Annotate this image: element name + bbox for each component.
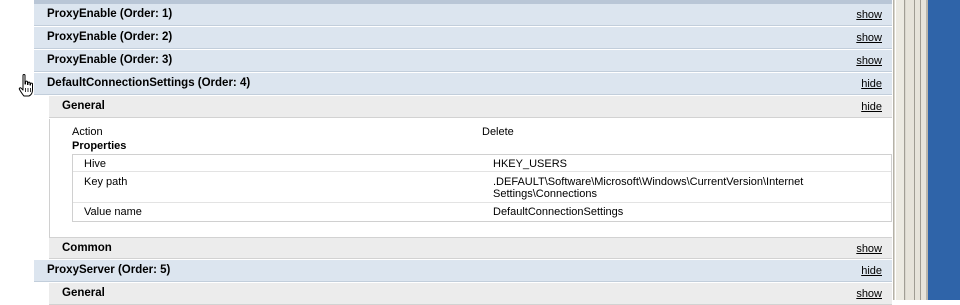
property-key: Value name bbox=[84, 206, 142, 218]
policy-item-proxyenable-1: ProxyEnable (Order: 1) show bbox=[34, 4, 892, 26]
property-key: Key path bbox=[84, 176, 128, 188]
property-value: HKEY_USERS bbox=[493, 158, 567, 170]
section-title: General bbox=[62, 100, 105, 112]
hide-link[interactable]: hide bbox=[861, 265, 882, 277]
hide-link[interactable]: hide bbox=[861, 78, 882, 90]
policy-item-proxyenable-2: ProxyEnable (Order: 2) show bbox=[34, 27, 892, 49]
hand-pointer-icon bbox=[18, 74, 33, 97]
policy-item-title: ProxyEnable (Order: 2) bbox=[47, 31, 173, 43]
policy-item-title: ProxyEnable (Order: 3) bbox=[47, 54, 173, 66]
show-link[interactable]: show bbox=[856, 9, 882, 21]
row-divider bbox=[73, 171, 891, 172]
vertical-scrollbar[interactable] bbox=[893, 0, 906, 300]
section-title: Common bbox=[62, 242, 112, 254]
action-value: Delete bbox=[482, 126, 514, 138]
show-link[interactable]: show bbox=[856, 55, 882, 67]
section-general-header: General show bbox=[49, 283, 892, 305]
row-divider bbox=[73, 202, 891, 203]
property-value: .DEFAULT\Software\Microsoft\Windows\Curr… bbox=[493, 176, 804, 200]
policy-item-defaultconnectionsettings-4: DefaultConnectionSettings (Order: 4) hid… bbox=[34, 73, 892, 95]
hide-link[interactable]: hide bbox=[861, 101, 882, 113]
policy-item-title: ProxyEnable (Order: 1) bbox=[47, 8, 173, 20]
property-key: Hive bbox=[84, 158, 107, 170]
policy-item-title: DefaultConnectionSettings (Order: 4) bbox=[47, 77, 251, 89]
show-link[interactable]: show bbox=[856, 288, 882, 300]
policy-item-title: ProxyServer (Order: 5) bbox=[47, 264, 171, 276]
properties-label: Properties bbox=[72, 140, 127, 152]
general-details: Action Delete Properties Hive HKEY_USERS… bbox=[49, 119, 892, 237]
policy-item-proxyserver-5: ProxyServer (Order: 5) hide bbox=[34, 260, 892, 282]
property-value: DefaultConnectionSettings bbox=[493, 206, 624, 218]
report-pane: ProxyEnable (Order: 1) show ProxyEnable … bbox=[0, 0, 906, 305]
action-label: Action bbox=[72, 126, 103, 138]
properties-table: Hive HKEY_USERS Key path .DEFAULT\Softwa… bbox=[72, 154, 892, 222]
desktop-background bbox=[928, 0, 960, 300]
section-common-header: Common show bbox=[49, 237, 892, 259]
scrollbar-thumb[interactable] bbox=[895, 0, 905, 300]
policy-item-proxyenable-3: ProxyEnable (Order: 3) show bbox=[34, 50, 892, 72]
window-frame bbox=[906, 0, 928, 300]
section-general-header: General hide bbox=[49, 96, 892, 118]
show-link[interactable]: show bbox=[856, 32, 882, 44]
show-link[interactable]: show bbox=[856, 243, 882, 255]
section-title: General bbox=[62, 287, 105, 299]
